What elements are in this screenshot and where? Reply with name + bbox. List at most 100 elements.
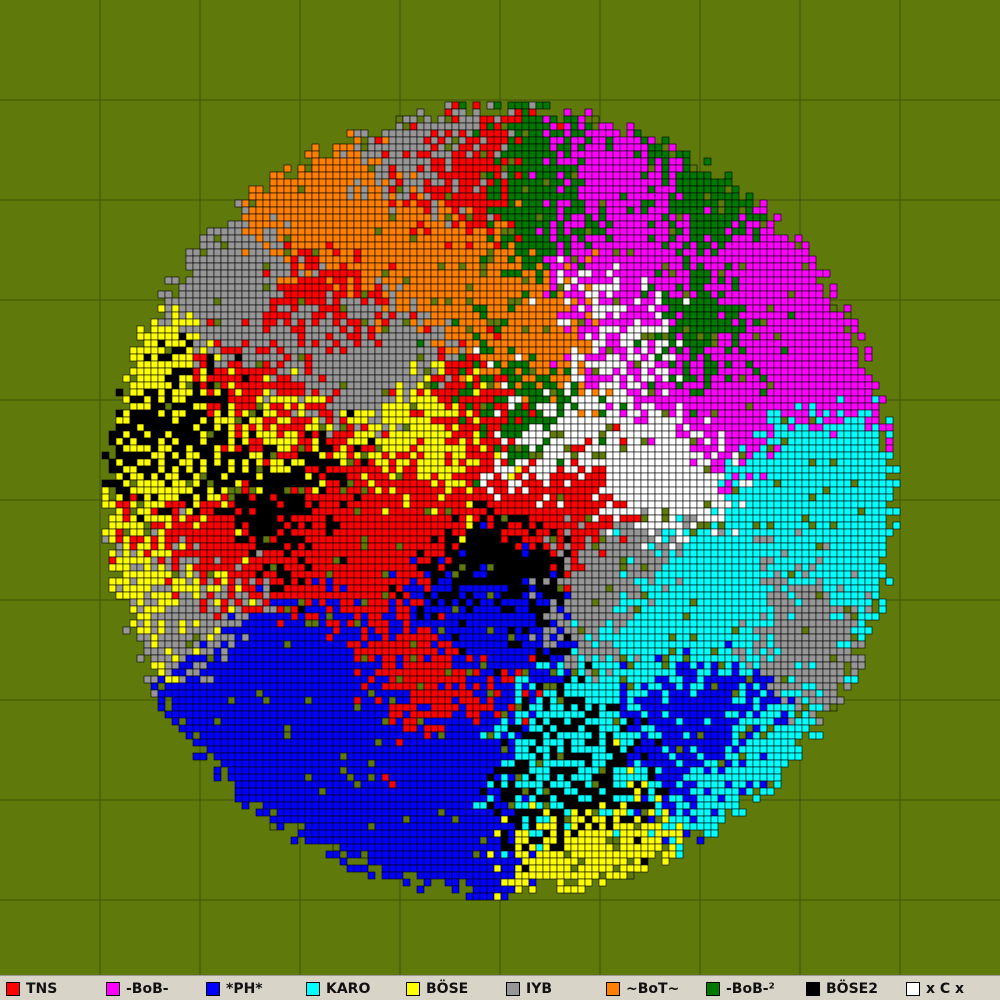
territory-cell: [703, 185, 712, 194]
territory-cell: [255, 297, 264, 306]
territory-cell: [598, 213, 607, 222]
territory-cell: [675, 269, 684, 278]
territory-cell: [269, 325, 278, 334]
territory-cell: [577, 290, 586, 299]
territory-cell: [570, 360, 579, 369]
territory-cell: [143, 479, 152, 488]
territory-cell: [745, 248, 754, 257]
territory-cell: [465, 234, 474, 243]
territory-cell: [276, 367, 285, 376]
territory-cell: [157, 304, 166, 313]
territory-cell: [703, 388, 712, 397]
territory-cell: [759, 367, 768, 376]
territory-cell: [493, 311, 502, 320]
territory-cell: [647, 416, 656, 425]
territory-cell: [738, 472, 747, 481]
territory-cell: [346, 276, 355, 285]
territory-cell: [381, 339, 390, 348]
territory-cell: [556, 493, 565, 502]
territory-cell: [500, 346, 509, 355]
territory-cell: [381, 332, 390, 341]
territory-cell: [199, 388, 208, 397]
territory-cell: [717, 192, 726, 201]
territory-cell: [675, 346, 684, 355]
territory-cell: [437, 472, 446, 481]
territory-cell: [752, 374, 761, 383]
territory-cell: [696, 213, 705, 222]
territory-cell: [129, 388, 138, 397]
territory-cell: [738, 479, 747, 488]
territory-cell: [500, 171, 509, 180]
territory-cell: [388, 325, 397, 334]
territory-cell: [633, 143, 642, 152]
territory-cell: [339, 199, 348, 208]
territory-cell: [640, 402, 649, 411]
territory-cell: [479, 122, 488, 131]
territory-cell: [689, 346, 698, 355]
territory-cell: [584, 108, 593, 117]
territory-cell: [325, 262, 334, 271]
territory-cell: [129, 500, 138, 509]
territory-cell: [430, 185, 439, 194]
territory-cell: [780, 346, 789, 355]
territory-cell: [437, 164, 446, 173]
territory-cell: [717, 185, 726, 194]
territory-cell: [514, 255, 523, 264]
territory-cell: [472, 213, 481, 222]
territory-cell: [745, 402, 754, 411]
territory-cell: [458, 332, 467, 341]
territory-cell: [472, 430, 481, 439]
territory-cell: [164, 479, 173, 488]
territory-cell: [850, 493, 859, 502]
territory-cell: [619, 346, 628, 355]
territory-cell: [388, 283, 397, 292]
territory-cell: [724, 262, 733, 271]
territory-cell: [423, 430, 432, 439]
territory-cell: [374, 206, 383, 215]
territory-cell: [626, 150, 635, 159]
territory-cell: [164, 451, 173, 460]
territory-cell: [549, 444, 558, 453]
territory-cell: [325, 164, 334, 173]
territory-cell: [395, 185, 404, 194]
territory-cell: [458, 367, 467, 376]
territory-cell: [367, 395, 376, 404]
territory-cell: [738, 395, 747, 404]
territory-cell: [598, 381, 607, 390]
territory-cell: [465, 311, 474, 320]
territory-cell: [528, 248, 537, 257]
territory-cell: [318, 185, 327, 194]
territory-cell: [451, 192, 460, 201]
territory-cell: [220, 381, 229, 390]
territory-cell: [626, 493, 635, 502]
territory-cell: [836, 339, 845, 348]
territory-map[interactable]: [0, 0, 1000, 975]
territory-cell: [150, 409, 159, 418]
territory-cell: [514, 269, 523, 278]
territory-cell: [437, 262, 446, 271]
territory-cell: [269, 388, 278, 397]
territory-cell: [584, 304, 593, 313]
territory-cell: [731, 241, 740, 250]
territory-cell: [731, 360, 740, 369]
territory-cell: [794, 332, 803, 341]
territory-cell: [192, 479, 201, 488]
territory-cell: [710, 458, 719, 467]
territory-cell: [619, 339, 628, 348]
territory-cell: [395, 374, 404, 383]
territory-cell: [311, 276, 320, 285]
territory-cell: [262, 374, 271, 383]
territory-cell: [423, 115, 432, 124]
territory-cell: [206, 409, 215, 418]
territory-cell: [703, 332, 712, 341]
territory-cell: [507, 178, 516, 187]
territory-cell: [703, 171, 712, 180]
territory-cell: [409, 451, 418, 460]
territory-cell: [297, 388, 306, 397]
territory-cell: [388, 290, 397, 299]
territory-cell: [633, 136, 642, 145]
territory-cell: [640, 262, 649, 271]
territory-cell: [843, 353, 852, 362]
territory-cell: [178, 423, 187, 432]
territory-cell: [206, 304, 215, 313]
